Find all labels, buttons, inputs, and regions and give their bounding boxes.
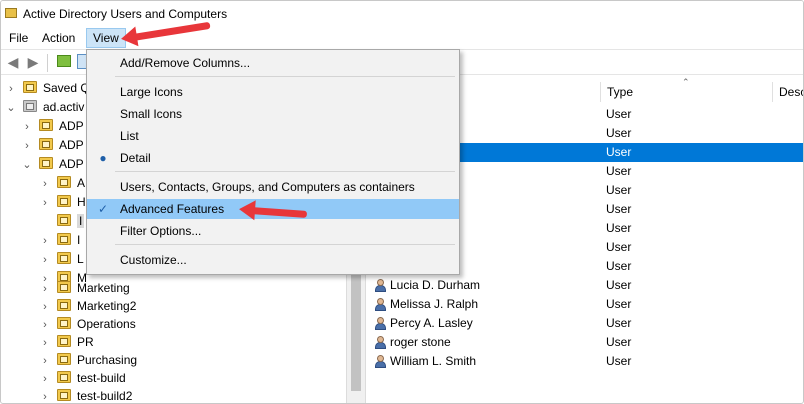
list-item[interactable]: Lucia D. Durham User <box>366 276 803 295</box>
chevron-right-icon[interactable]: › <box>39 251 51 269</box>
menu-item-small-icons[interactable]: Small Icons <box>87 104 459 124</box>
chevron-right-icon[interactable]: › <box>21 137 33 155</box>
menu-item-customize[interactable]: Customize... <box>87 250 459 270</box>
folder-icon <box>57 176 71 188</box>
tree-item-ou-selected[interactable]: I <box>39 212 85 230</box>
folder-icon <box>39 119 53 131</box>
folder-icon <box>57 233 71 245</box>
chevron-right-icon[interactable]: › <box>39 298 51 316</box>
menu-separator <box>115 171 455 172</box>
folder-icon <box>39 138 53 150</box>
tree-item-purchasing[interactable]: › Purchasing <box>39 351 137 369</box>
app-folder-icon <box>5 8 17 18</box>
menu-item-detail[interactable]: ● Detail <box>87 148 459 168</box>
user-icon <box>374 336 386 349</box>
tree-item-marketing2[interactable]: › Marketing2 <box>39 297 136 315</box>
folder-icon <box>57 252 71 264</box>
folder-icon <box>57 317 71 329</box>
tree-item-marketing[interactable]: › Marketing <box>39 279 130 297</box>
folder-icon <box>57 371 71 383</box>
app-window: Active Directory Users and Computers Fil… <box>0 0 804 404</box>
list-item[interactable]: Percy A. Lasley User <box>366 314 803 333</box>
menu-separator <box>115 76 455 77</box>
tree-item-pr[interactable]: › PR <box>39 333 94 351</box>
chevron-right-icon[interactable]: › <box>39 370 51 388</box>
list-item[interactable]: William L. Smith User <box>366 352 803 371</box>
user-icon <box>374 355 386 368</box>
back-arrow-icon[interactable]: ◀ <box>5 54 21 70</box>
chevron-right-icon[interactable]: › <box>39 175 51 193</box>
tree-item-test-build[interactable]: › test-build <box>39 369 126 387</box>
checkmark-icon: ✓ <box>97 202 109 216</box>
view-menu-dropdown: Add/Remove Columns... Large Icons Small … <box>86 49 460 275</box>
tree-item-ou[interactable]: › I <box>39 231 80 249</box>
menu-item-add-remove-columns[interactable]: Add/Remove Columns... <box>87 53 459 73</box>
tree-item-ou[interactable]: › ADP <box>21 117 84 135</box>
user-icon <box>374 298 386 311</box>
chevron-right-icon[interactable]: › <box>39 280 51 298</box>
chevron-down-icon[interactable]: ⌄ <box>21 156 33 174</box>
toolbar-separator <box>47 54 48 72</box>
folder-icon <box>57 299 71 311</box>
folder-icon <box>57 353 71 365</box>
tree-item-ou[interactable]: ⌄ ADP <box>21 155 84 173</box>
tree-item-ou[interactable]: › ADP <box>21 136 84 154</box>
folder-icon <box>57 389 71 401</box>
up-folder-icon[interactable] <box>57 55 71 67</box>
list-item[interactable]: Melissa J. Ralph User <box>366 295 803 314</box>
domain-icon <box>23 100 37 112</box>
tree-item-saved-queries[interactable]: › Saved Q <box>5 79 90 97</box>
chevron-right-icon[interactable]: › <box>39 316 51 334</box>
folder-icon <box>39 157 53 169</box>
chevron-right-icon[interactable]: › <box>5 80 17 98</box>
chevron-right-icon[interactable]: › <box>39 388 51 403</box>
column-header-description[interactable]: Desc <box>772 82 803 102</box>
menu-item-containers[interactable]: Users, Contacts, Groups, and Computers a… <box>87 177 459 197</box>
chevron-right-icon[interactable]: › <box>21 118 33 136</box>
window-title: Active Directory Users and Computers <box>23 7 228 21</box>
tree-item-test-build2[interactable]: › test-build2 <box>39 387 132 403</box>
tree-item-ou[interactable]: › H <box>39 193 86 211</box>
folder-icon <box>57 281 71 293</box>
user-icon <box>374 317 386 330</box>
tree-item-ou[interactable]: › A <box>39 174 85 192</box>
list-item[interactable]: roger stone User <box>366 333 803 352</box>
menu-item-large-icons[interactable]: Large Icons <box>87 82 459 102</box>
tree-item-ou[interactable]: › L <box>39 250 84 268</box>
user-icon <box>374 279 386 292</box>
folder-icon <box>23 81 37 93</box>
chevron-right-icon[interactable]: › <box>39 194 51 212</box>
menu-item-filter-options[interactable]: Filter Options... <box>87 221 459 241</box>
column-header-type[interactable]: Type <box>600 82 772 102</box>
chevron-right-icon[interactable]: › <box>39 352 51 370</box>
title-bar: Active Directory Users and Computers <box>1 1 803 27</box>
chevron-right-icon[interactable]: › <box>39 334 51 352</box>
menu-separator <box>115 244 455 245</box>
folder-icon <box>57 214 71 226</box>
menu-item-list[interactable]: List <box>87 126 459 146</box>
chevron-down-icon[interactable]: ⌄ <box>5 99 17 117</box>
forward-arrow-icon[interactable]: ▶ <box>25 54 41 70</box>
radio-bullet-icon: ● <box>99 151 107 165</box>
tree-item-operations[interactable]: › Operations <box>39 315 136 333</box>
folder-icon <box>57 195 71 207</box>
chevron-right-icon[interactable]: › <box>39 232 51 250</box>
tree-item-domain[interactable]: ⌄ ad.activ <box>5 98 84 116</box>
folder-icon <box>57 335 71 347</box>
menu-action[interactable]: Action <box>36 28 81 48</box>
menu-file[interactable]: File <box>3 28 34 48</box>
